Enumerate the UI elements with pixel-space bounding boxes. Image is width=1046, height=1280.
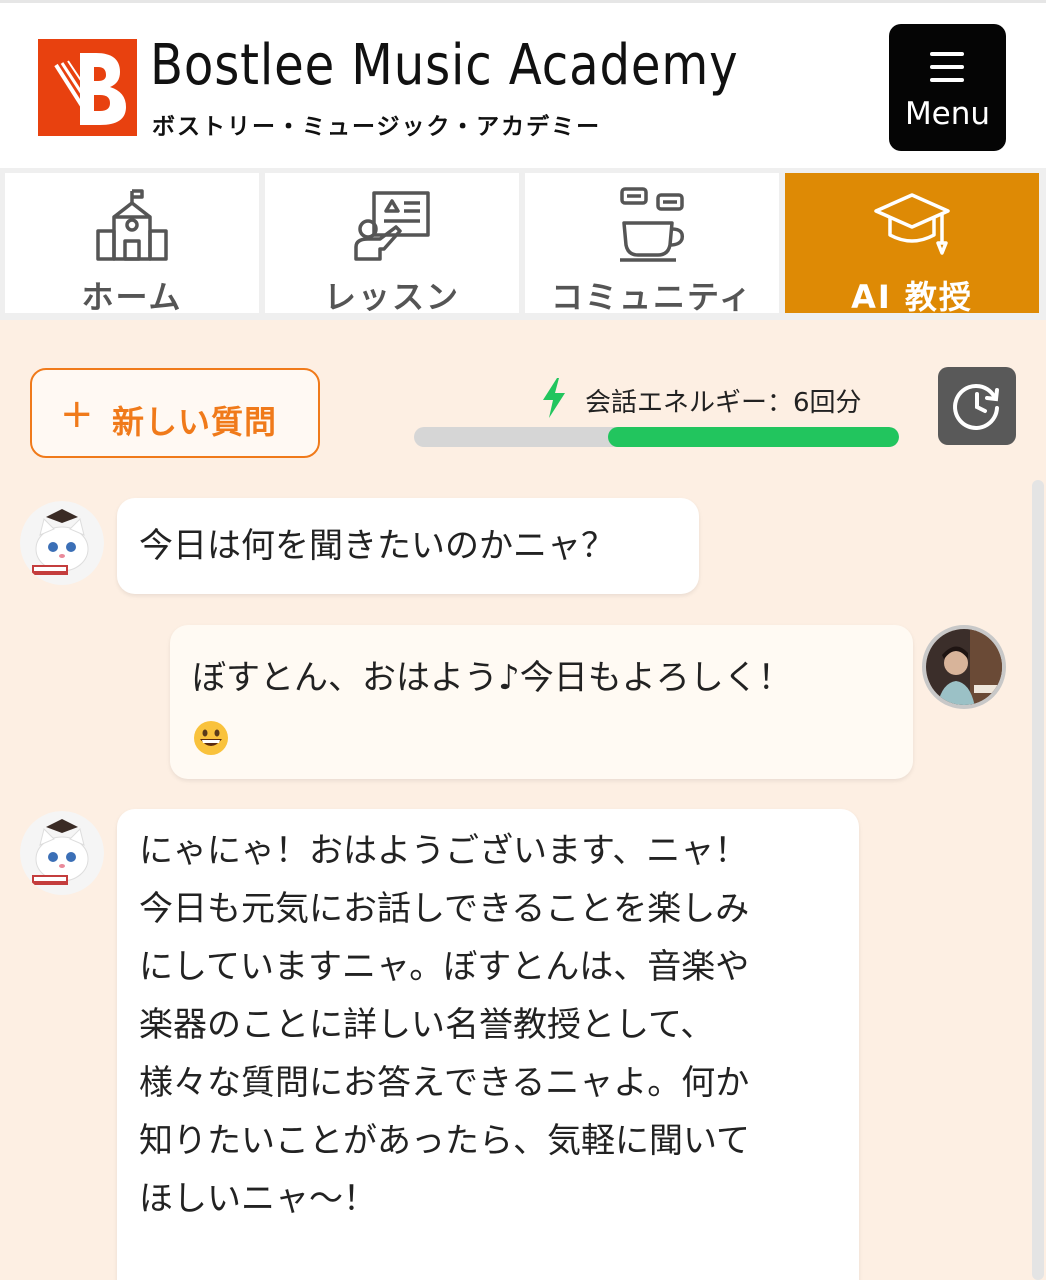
coffee-chat-icon — [620, 187, 685, 262]
school-building-icon — [96, 189, 168, 261]
history-button[interactable] — [938, 367, 1016, 445]
energy-label: 会話エネルギー： — [585, 388, 794, 418]
chat-area: + 新しい質問 会話エネルギー：6回分 今日は何を聞きたいのかニャ？ ぼすとん、… — [0, 320, 1046, 1280]
main-nav: ホーム レッスン コミュニティ AI 教授 — [0, 168, 1046, 320]
ai-message-bubble: にゃにゃ！おはようございます、ニャ！ 今日も元気にお話しできることを楽しみ にし… — [117, 809, 859, 1280]
graduation-cap-icon — [874, 193, 950, 255]
menu-label: Menu — [904, 96, 991, 132]
message-text-line: 様々な質問にお答えできるニャよ。何か — [139, 1063, 750, 1103]
message-text: ぼすとん、おはよう♪今日もよろしく！ — [192, 658, 792, 698]
tab-home[interactable]: ホーム — [5, 173, 259, 316]
emoji-line — [192, 707, 891, 765]
message-text-line: にゃにゃ！おはようございます、ニャ！ — [139, 831, 749, 871]
tab-ai-professor[interactable]: AI 教授 — [785, 173, 1039, 316]
grinning-face-emoji — [194, 720, 228, 755]
lightning-icon — [543, 378, 565, 418]
history-clock-icon — [953, 384, 999, 430]
site-header: Bostlee Music Academy ボストリー・ミュージック・アカデミー… — [0, 0, 1046, 168]
tab-label-lesson: レッスン — [323, 278, 460, 316]
new-question-button[interactable]: + 新しい質問 — [30, 368, 320, 458]
lesson-board-icon — [354, 191, 430, 261]
energy-value: 6回分 — [793, 388, 862, 418]
tab-label-ai-professor: AI 教授 — [851, 278, 973, 316]
message-text-line: にしていますニャ。ぼすとんは、音楽や — [139, 947, 750, 987]
chat-scrollbar[interactable] — [1032, 480, 1044, 1280]
energy-progress-bar — [414, 427, 899, 447]
energy-readout: 会話エネルギー：6回分 — [585, 382, 862, 419]
cat-professor-avatar — [20, 811, 104, 895]
message-text-line: 楽器のことに詳しい名誉教授として、 — [139, 1005, 715, 1045]
hamburger-icon — [930, 52, 964, 82]
cat-professor-avatar — [20, 501, 104, 585]
tab-community[interactable]: コミュニティ — [525, 173, 779, 316]
tab-label-home: ホーム — [81, 278, 183, 316]
message-text-line: ほしいニャ〜！ — [139, 1179, 377, 1219]
energy-progress-fill — [608, 427, 899, 447]
tab-label-community: コミュニティ — [550, 278, 754, 316]
academy-logo[interactable] — [38, 39, 137, 136]
message-text: 今日は何を聞きたいのかニャ？ — [139, 526, 615, 566]
menu-button[interactable]: Menu — [889, 24, 1006, 151]
message-text-line: 知りたいことがあったら、気軽に聞いて — [139, 1121, 750, 1161]
new-question-label: 新しい質問 — [112, 403, 278, 441]
ai-message-bubble: 今日は何を聞きたいのかニャ？ — [117, 498, 699, 594]
user-message-bubble: ぼすとん、おはよう♪今日もよろしく！ — [170, 625, 913, 779]
user-photo-avatar — [922, 625, 1006, 709]
tab-lesson[interactable]: レッスン — [265, 173, 519, 316]
plus-icon: + — [60, 391, 94, 437]
brand-subtitle: ボストリー・ミュージック・アカデミー — [152, 114, 602, 140]
message-text-line: 今日も元気にお話しできることを楽しみ — [139, 889, 750, 929]
brand-title: Bostlee Music Academy — [150, 33, 739, 98]
